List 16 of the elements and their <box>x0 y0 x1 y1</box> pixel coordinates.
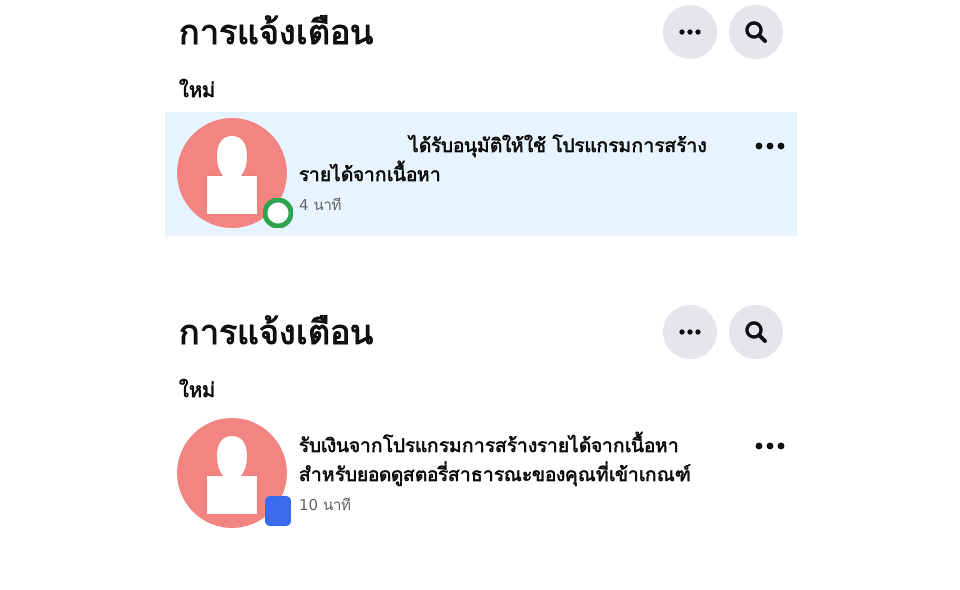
section-label: ใหม่ <box>178 377 216 404</box>
more-icon <box>755 142 785 150</box>
page-title: การแจ้งเตือน <box>179 312 374 355</box>
more-icon <box>679 29 701 35</box>
notification-text: ได้รับอนุมัติให้ใช้ โปรแกรมการสร้างรายได้จากเนื้อหา <box>299 133 708 188</box>
more-icon <box>679 329 701 335</box>
more-icon <box>755 442 785 450</box>
notification-item[interactable]: รับเงินจากโปรแกรมการสร้างรายได้จากเนื้อหาสำหรับยอดดูสตอรี่สาธารณะของคุณที่เข้าเกณฑ์ 10 นาที <box>165 412 797 536</box>
search-icon <box>744 320 768 344</box>
search-icon <box>744 20 768 44</box>
notification-text: รับเงินจากโปรแกรมการสร้างรายได้จากเนื้อหาสำหรับยอดดูสตอรี่สาธารณะของคุณที่เข้าเกณฑ์ <box>299 432 719 489</box>
page-title: การแจ้งเตือน <box>179 12 374 55</box>
timestamp: 4 นาที <box>299 195 342 216</box>
timestamp: 10 นาที <box>299 495 352 516</box>
section-label: ใหม่ <box>178 77 216 104</box>
notification-item[interactable]: ได้รับอนุมัติให้ใช้ โปรแกรมการสร้างรายได้จากเนื้อหา 4 นาที <box>165 112 797 236</box>
